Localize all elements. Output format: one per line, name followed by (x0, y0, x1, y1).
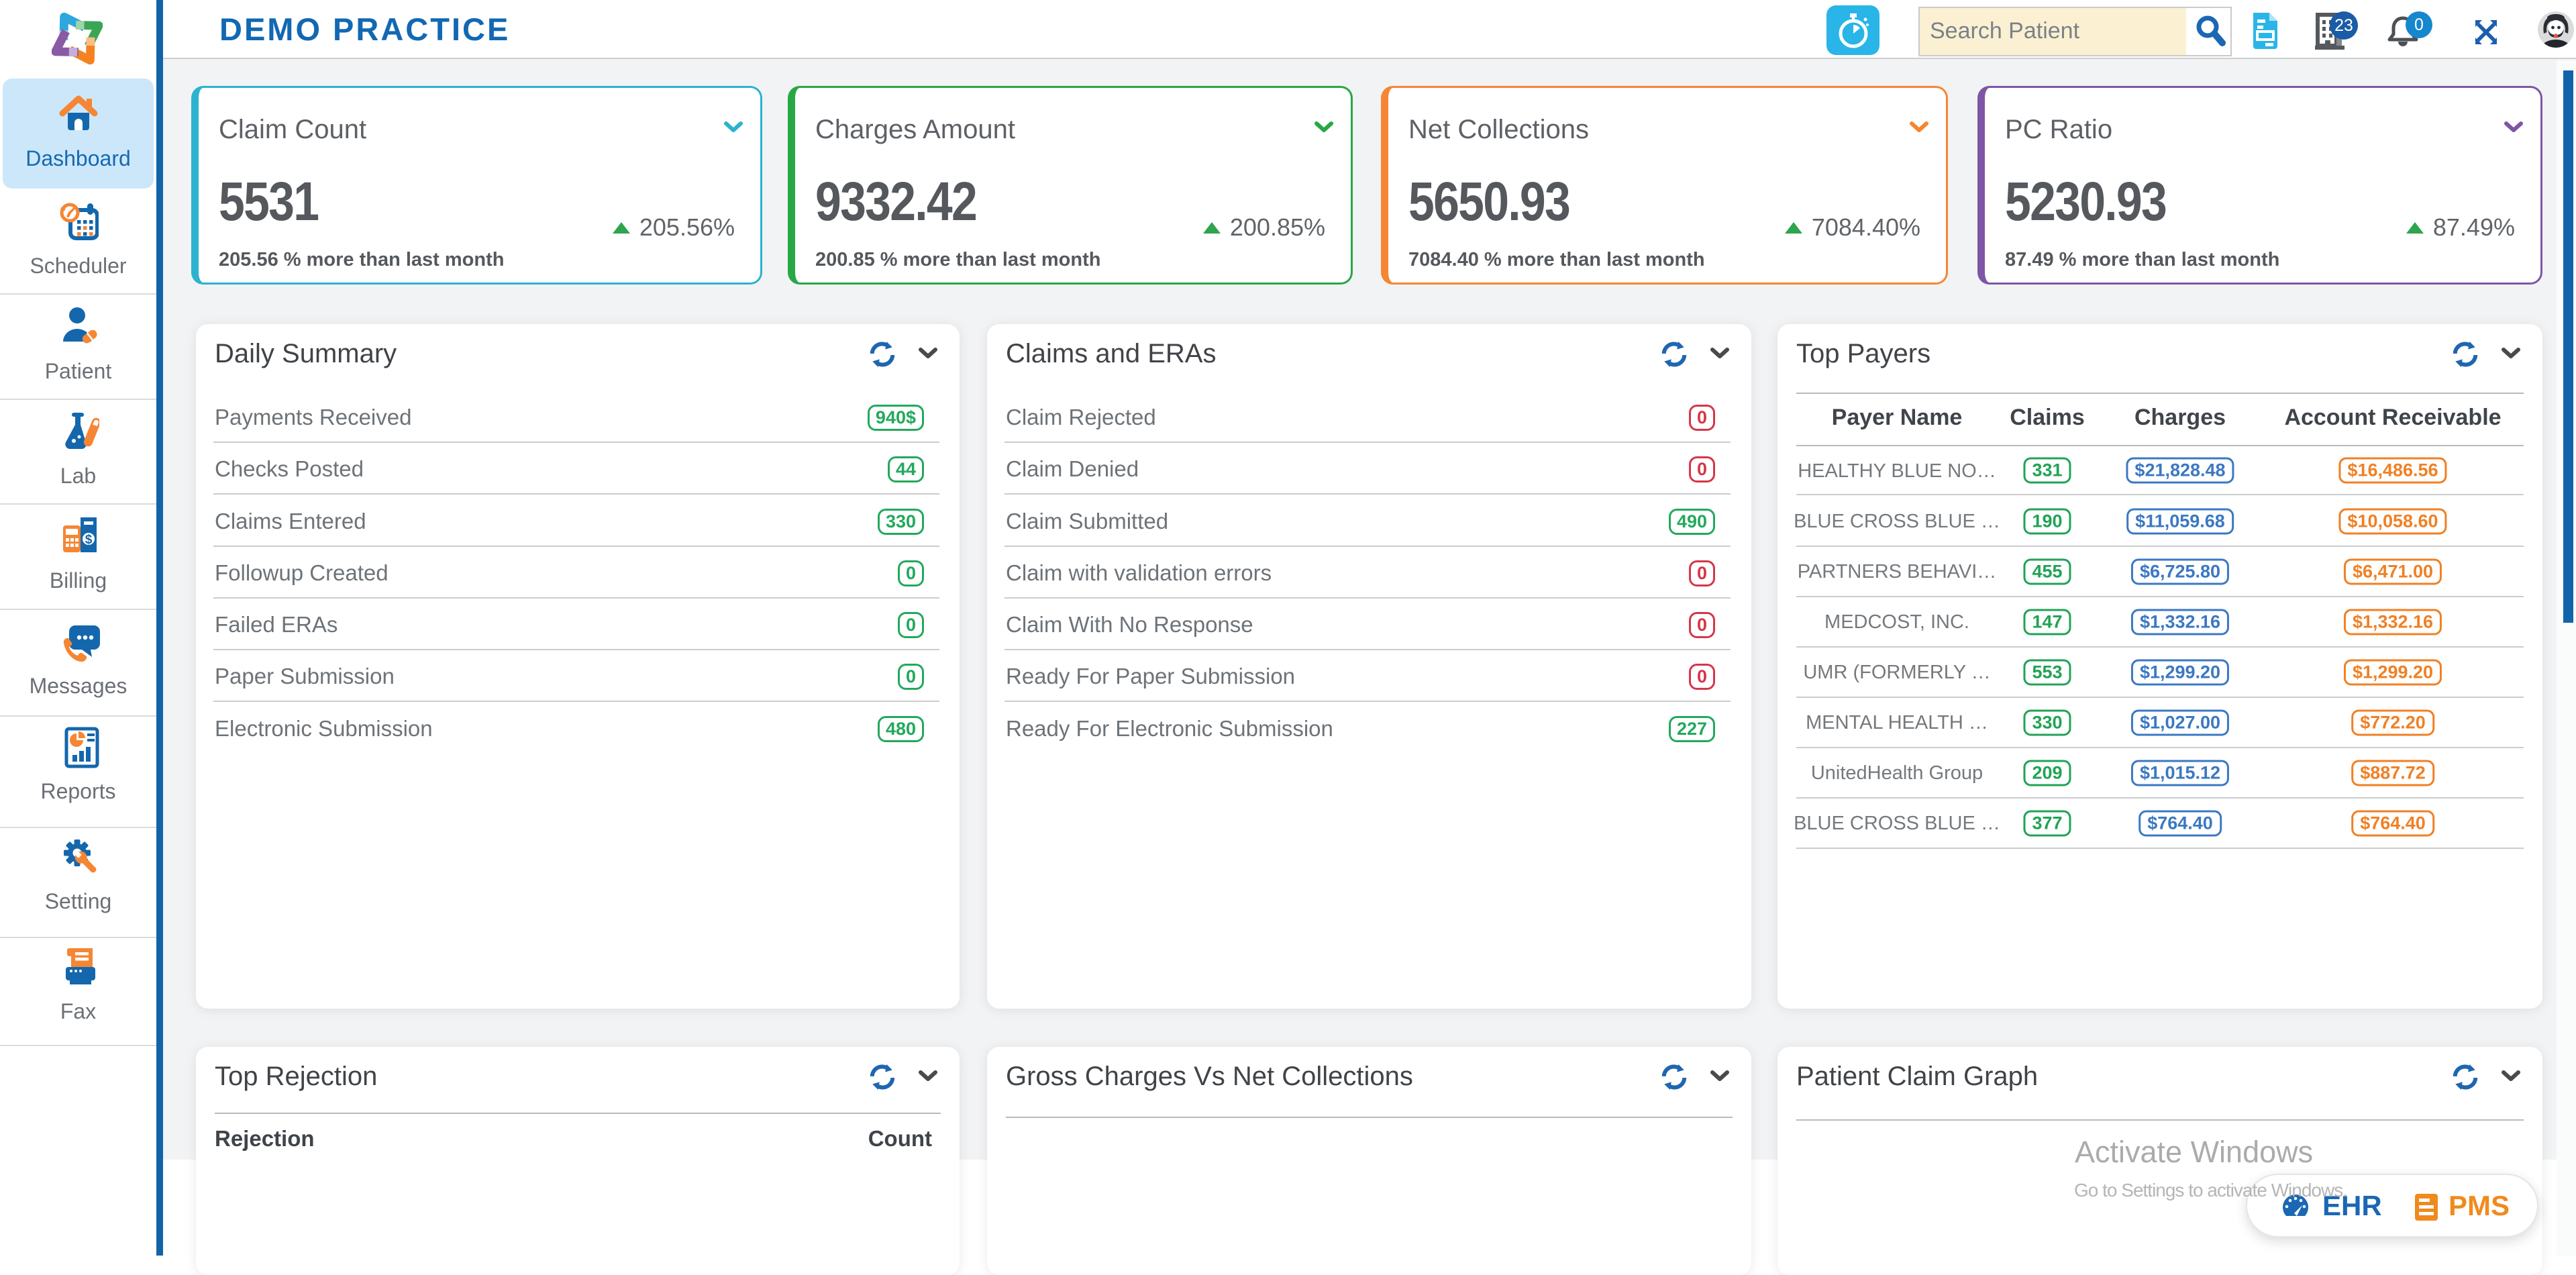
svg-text:$: $ (85, 533, 93, 547)
